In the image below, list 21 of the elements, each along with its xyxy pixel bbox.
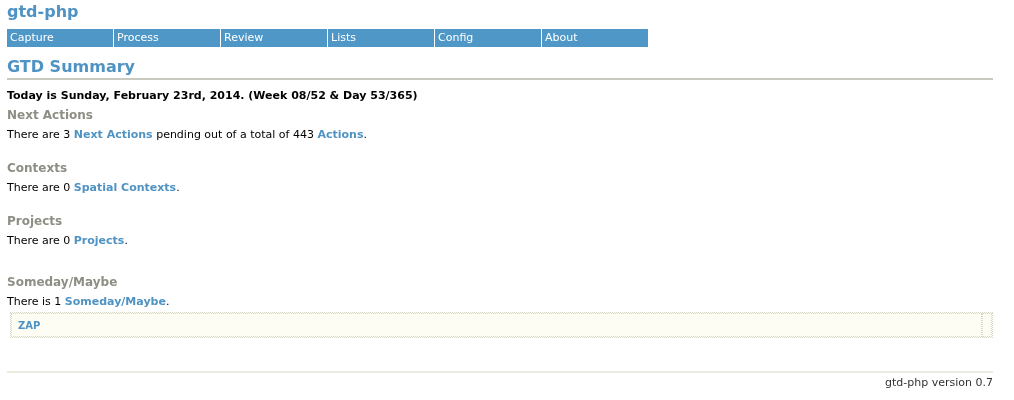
summary-sentence: There are 0 Projects. (7, 234, 129, 247)
site-title: gtd-php (7, 2, 80, 22)
section-heading: Next Actions (7, 108, 94, 122)
version-text: gtd-php version 0.7 (885, 376, 993, 389)
nav-tab[interactable]: Capture (7, 29, 113, 47)
nav-tab[interactable]: Lists (328, 29, 434, 47)
summary-link[interactable]: Next Actions (73, 128, 153, 141)
date-line: Today is Sunday, February 23rd, 2014. (Week 08/52 & Day 53/365) (7, 89, 419, 102)
nav-tab[interactable]: Process (114, 29, 220, 47)
summary-sentence: There are 3 Next Actions pending out of a total of 443 Actions. (7, 128, 368, 141)
section-heading: Projects (7, 214, 64, 228)
summary-sentence: There are 0 Spatial Contexts. (7, 181, 181, 194)
nav-tab[interactable]: Review (221, 29, 327, 47)
nav-tab[interactable]: About (542, 29, 648, 47)
page-title: GTD Summary (7, 57, 993, 80)
section-heading: Someday/Maybe (7, 275, 119, 289)
summary-link[interactable]: Someday/Maybe (64, 295, 166, 308)
nav-tab[interactable]: Config (435, 29, 541, 47)
summary-sentence: There is 1 Someday/Maybe. (7, 295, 171, 308)
section-heading: Contexts (7, 161, 69, 175)
item-link[interactable]: ZAP (18, 319, 41, 331)
